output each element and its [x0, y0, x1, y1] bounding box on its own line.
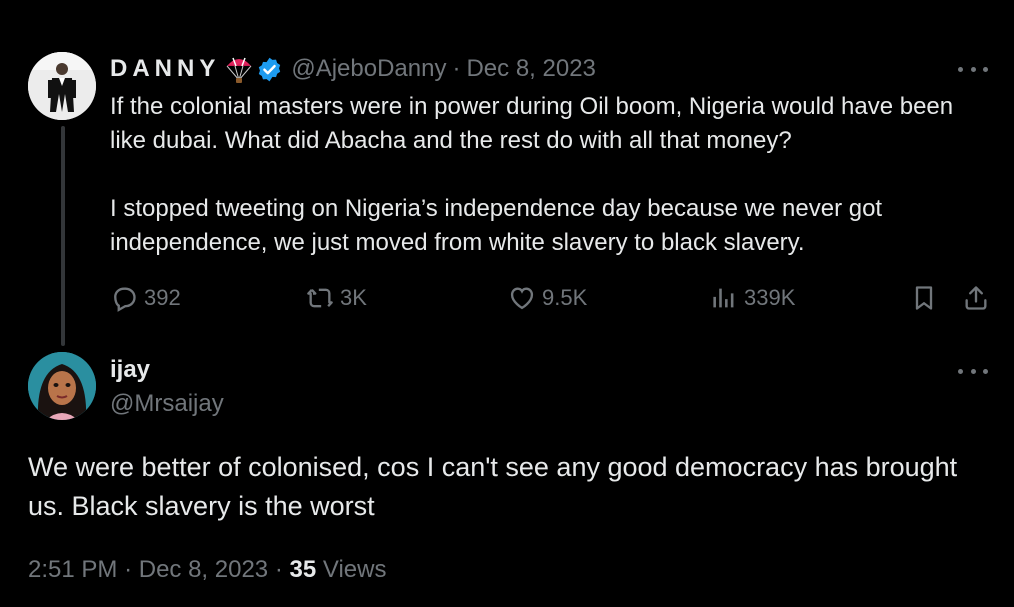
share-button[interactable]: [962, 282, 996, 314]
reply-time[interactable]: 2:51 PM: [28, 556, 117, 583]
share-icon: [965, 286, 987, 310]
views-button[interactable]: 339K: [710, 282, 795, 314]
retweet-count: 3K: [340, 285, 367, 310]
views-count: 339K: [744, 285, 796, 310]
heart-icon: [510, 287, 534, 310]
thread-connector-line: [61, 126, 65, 346]
parent-avatar[interactable]: [28, 52, 96, 120]
reply-count: 392: [144, 285, 181, 310]
analytics-icon: [713, 288, 734, 308]
retweet-icon: [307, 288, 333, 308]
parent-tweet-text: If the colonial masters were in power du…: [110, 90, 990, 260]
separator-dot: ·: [124, 556, 133, 583]
reply-display-name[interactable]: ijay: [110, 356, 150, 384]
parent-tweet-header: DANNY @AjeboDanny · Dec 8, 2023: [110, 52, 596, 86]
reply-views-count: 35: [289, 556, 317, 583]
parent-more-options-icon[interactable]: [958, 64, 988, 74]
parent-paragraph: I stopped tweeting on Nigeria’s independ…: [110, 195, 883, 256]
separator-dot: ·: [452, 55, 461, 82]
bookmark-button[interactable]: [910, 282, 944, 314]
reply-views-label: Views: [322, 556, 387, 583]
like-count: 9.5K: [542, 285, 588, 310]
separator-dot: ·: [274, 556, 283, 583]
parent-paragraph: If the colonial masters were in power du…: [110, 93, 954, 154]
like-button[interactable]: 9.5K: [508, 282, 587, 314]
reply-avatar[interactable]: [28, 352, 96, 420]
parent-action-bar: 392 3K 9.5K 339K: [110, 282, 990, 314]
reply-icon: [114, 287, 136, 312]
reply-meta: 2:51 PM · Dec 8, 2023 · 35 Views: [28, 556, 386, 584]
retweet-button[interactable]: 3K: [306, 282, 367, 314]
reply-button[interactable]: 392: [110, 282, 181, 314]
reply-tweet-text: We were better of colonised, cos I can't…: [28, 452, 958, 521]
reply-more-options-icon[interactable]: [958, 366, 988, 376]
parent-display-name[interactable]: DANNY: [110, 55, 220, 83]
reply-date[interactable]: Dec 8, 2023: [139, 556, 268, 583]
parent-handle[interactable]: @AjeboDanny: [291, 55, 446, 83]
parachute-icon: [224, 54, 254, 84]
bookmark-icon: [915, 286, 933, 310]
parent-date[interactable]: Dec 8, 2023: [466, 55, 595, 83]
verified-badge-icon[interactable]: [256, 56, 283, 83]
reply-handle[interactable]: @Mrsaijay: [110, 390, 224, 418]
